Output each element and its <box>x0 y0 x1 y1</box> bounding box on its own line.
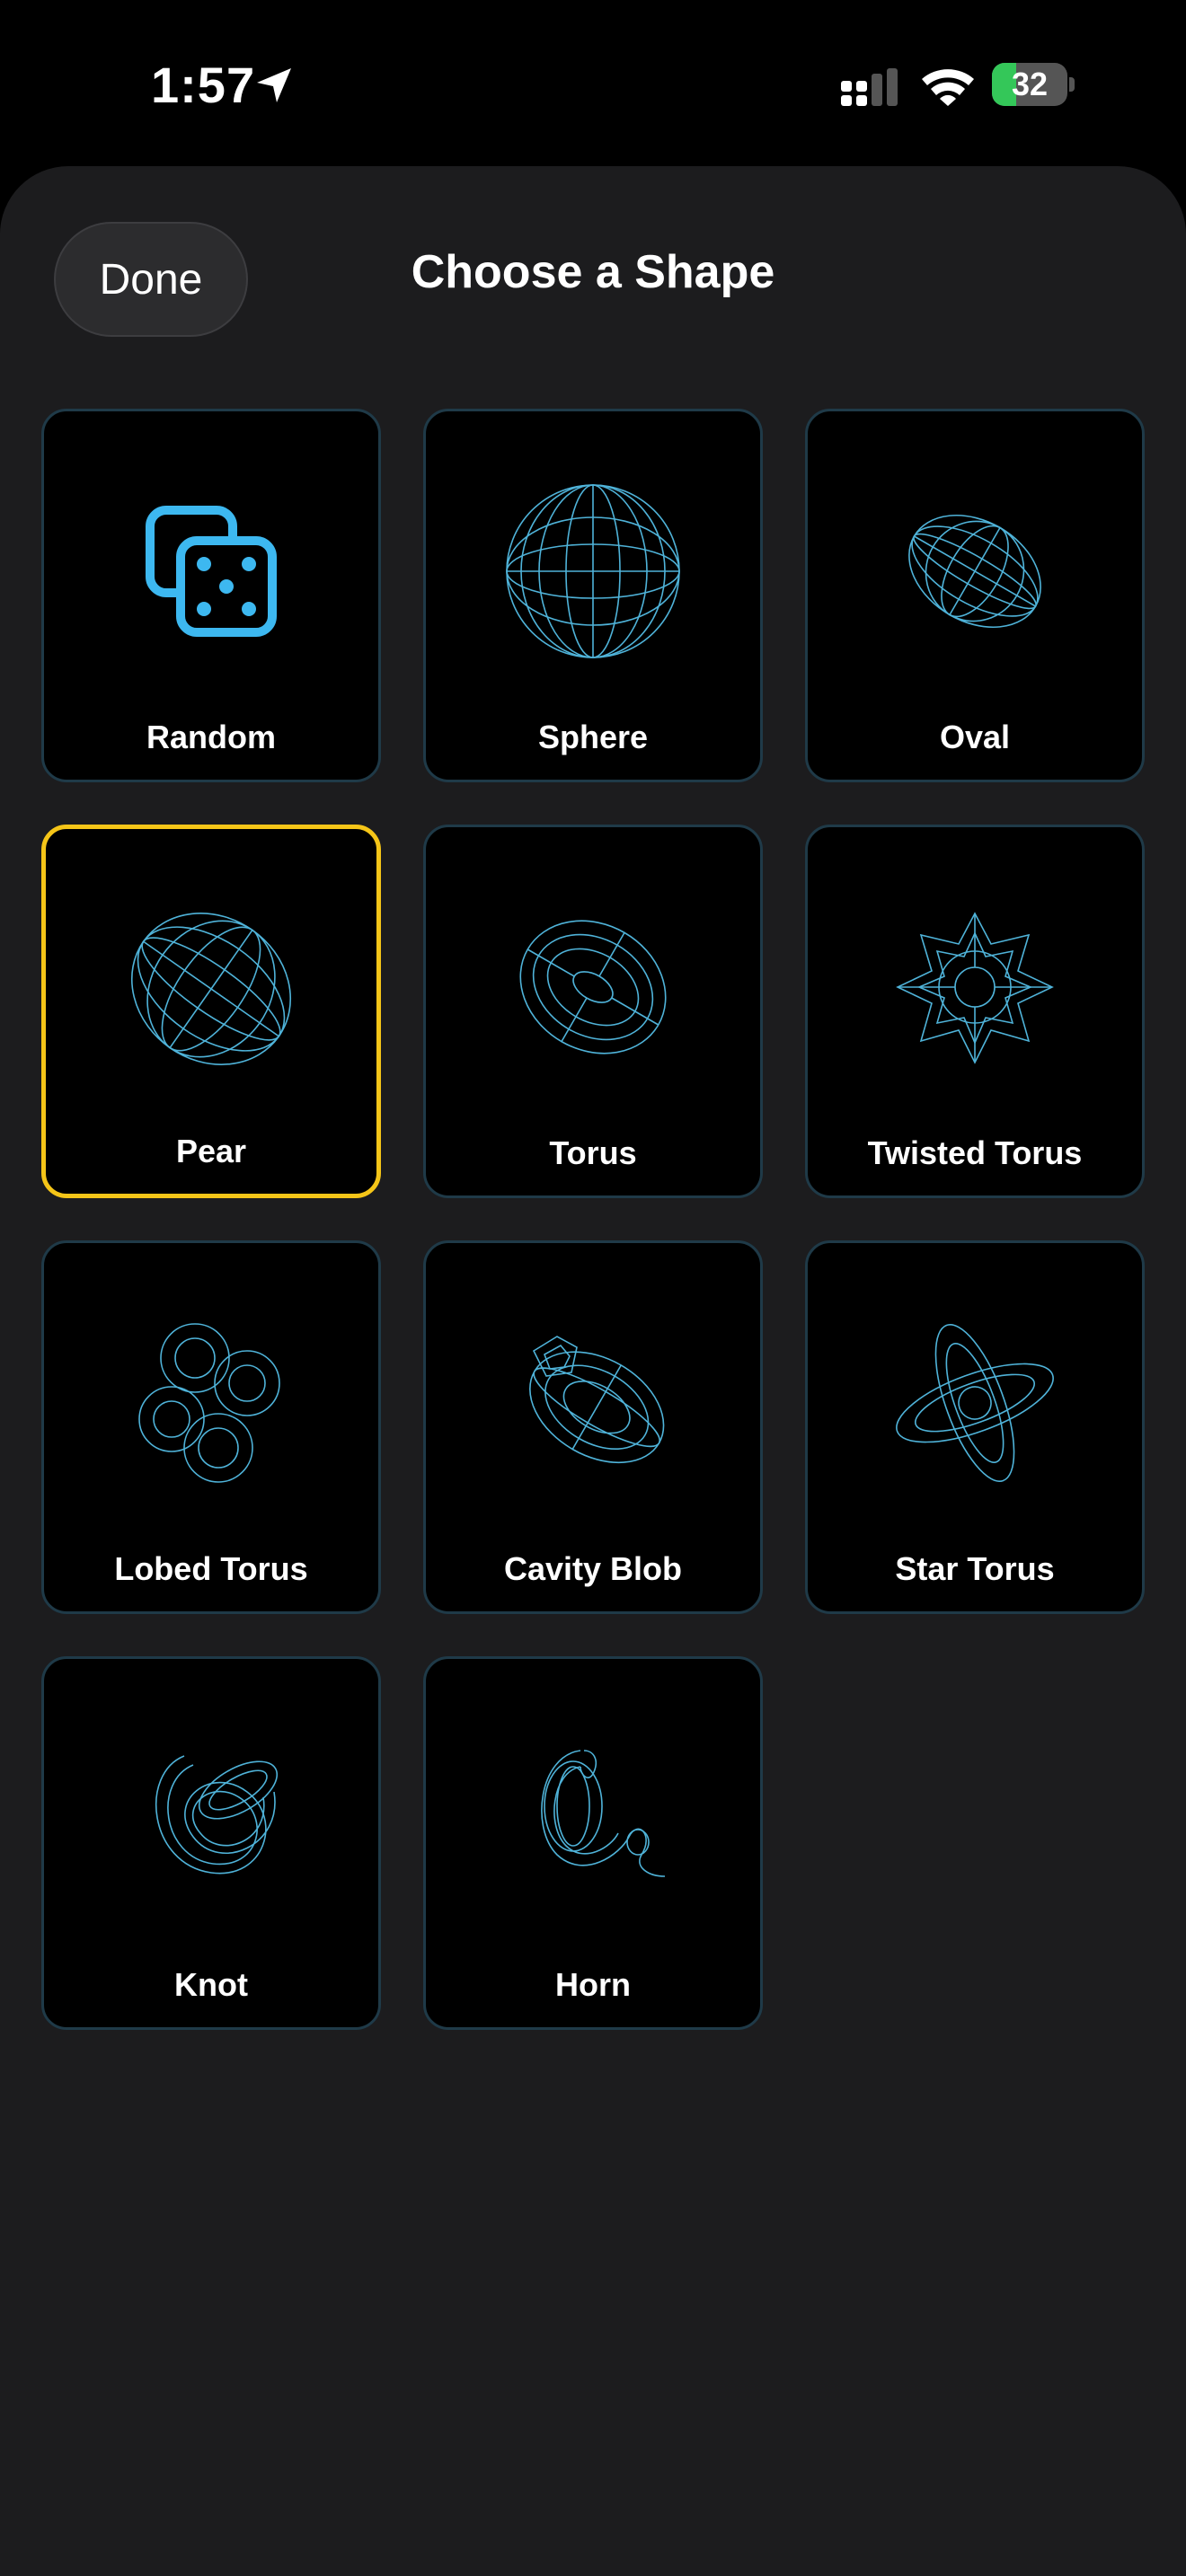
shape-tile-star-torus[interactable]: Star Torus <box>805 1240 1145 1614</box>
cavity-blob-wireframe-icon <box>494 1304 692 1502</box>
shape-picker-sheet: Choose a Shape Done Random Sphere Oval P… <box>0 166 1186 2576</box>
shape-label: Cavity Blob <box>503 1550 683 1587</box>
torus-wireframe-icon <box>494 888 692 1086</box>
location-arrow-icon <box>253 65 295 106</box>
shape-tile-twisted-torus[interactable]: Twisted Torus <box>805 825 1145 1198</box>
signal-icon <box>841 68 900 108</box>
horn-wireframe-icon <box>494 1720 692 1918</box>
shape-label: Twisted Torus <box>867 1134 1083 1171</box>
shape-label: Random <box>146 719 276 755</box>
shape-label: Torus <box>549 1134 637 1171</box>
shape-label: Sphere <box>537 719 649 755</box>
shape-tile-torus[interactable]: Torus <box>423 825 763 1198</box>
shape-label: Horn <box>555 1966 631 2003</box>
sphere-wireframe-icon <box>494 472 692 670</box>
shape-label: Knot <box>174 1966 248 2003</box>
battery-level: 32 <box>1011 66 1049 102</box>
done-button[interactable]: Done <box>54 222 248 337</box>
shape-tile-random[interactable]: Random <box>41 409 381 782</box>
shape-tile-lobed-torus[interactable]: Lobed Torus <box>41 1240 381 1614</box>
shape-tile-oval[interactable]: Oval <box>805 409 1145 782</box>
shape-label: Lobed Torus <box>114 1550 308 1587</box>
status-time: 1:57 <box>151 57 256 113</box>
knot-wireframe-icon <box>112 1720 310 1918</box>
shape-label: Oval <box>939 719 1011 755</box>
shape-tile-cavity-blob[interactable]: Cavity Blob <box>423 1240 763 1614</box>
twisted-torus-wireframe-icon <box>876 888 1074 1086</box>
shape-tile-sphere[interactable]: Sphere <box>423 409 763 782</box>
dice-icon <box>112 472 310 670</box>
shape-tile-knot[interactable]: Knot <box>41 1656 381 2030</box>
lobed-torus-wireframe-icon <box>112 1304 310 1502</box>
oval-wireframe-icon <box>876 472 1074 670</box>
battery-icon: 32 <box>992 63 1075 108</box>
shape-label: Pear <box>175 1133 247 1169</box>
shape-label: Star Torus <box>895 1550 1055 1587</box>
pear-wireframe-icon <box>112 890 310 1088</box>
shape-tile-pear[interactable]: Pear <box>41 825 381 1198</box>
star-torus-wireframe-icon <box>876 1304 1074 1502</box>
wifi-icon <box>920 65 976 106</box>
shape-tile-horn[interactable]: Horn <box>423 1656 763 2030</box>
status-bar: 1:57 32 <box>0 0 1186 166</box>
